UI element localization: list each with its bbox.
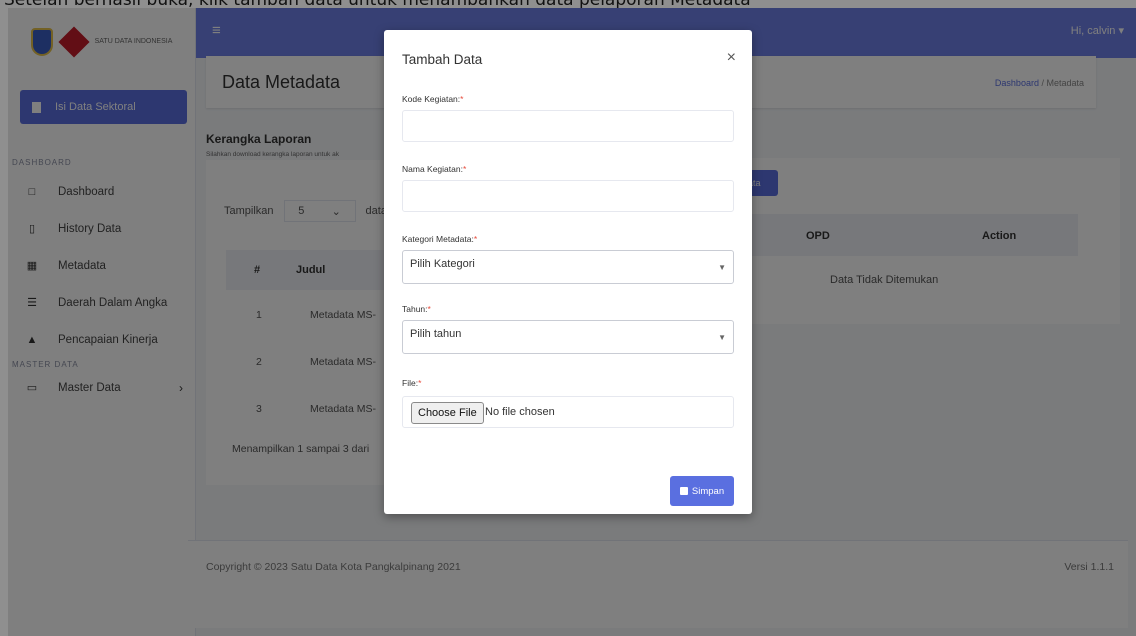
close-icon[interactable]: × (727, 49, 736, 67)
kategori-metadata-label: Kategori Metadata:* (402, 234, 477, 244)
tahun-label: Tahun:* (402, 304, 431, 314)
file-input: Choose File No file chosen (402, 396, 734, 428)
kategori-metadata-select[interactable]: Pilih Kategori ▼ (402, 250, 734, 284)
chevron-down-icon: ▼ (718, 333, 726, 342)
label-text: Kode Kegiatan: (402, 94, 461, 104)
required-mark: * (418, 378, 422, 388)
tahun-select[interactable]: Pilih tahun ▼ (402, 320, 734, 354)
label-text: Tahun: (402, 304, 428, 314)
label-text: File: (402, 378, 419, 388)
label-text: Kategori Metadata: (402, 234, 474, 244)
save-icon (679, 487, 688, 495)
label-text: Nama Kegiatan: (402, 164, 463, 174)
tahun-selected-value: Pilih tahun (410, 328, 462, 340)
kode-kegiatan-input[interactable] (402, 110, 734, 142)
tambah-data-modal: Tambah Data × Kode Kegiatan:* Nama Kegia… (384, 30, 752, 514)
file-label: File:* (402, 378, 421, 388)
simpan-label: Simpan (691, 485, 725, 497)
required-mark: * (427, 304, 431, 314)
modal-title: Tambah Data (402, 52, 483, 67)
tutorial-caption: Setelah berhasil buka, klik tambah data … (0, 0, 1136, 8)
required-mark: * (462, 164, 467, 174)
choose-file-button[interactable]: Choose File (411, 402, 484, 424)
required-mark: * (460, 94, 464, 104)
required-mark: * (473, 234, 478, 244)
chevron-down-icon: ▼ (718, 263, 726, 272)
kategori-selected-value: Pilih Kategori (410, 258, 475, 270)
file-status: No file chosen (485, 406, 555, 418)
kode-kegiatan-label: Kode Kegiatan:* (402, 94, 463, 104)
nama-kegiatan-input[interactable] (402, 180, 734, 212)
simpan-button[interactable]: Simpan (670, 476, 734, 506)
nama-kegiatan-label: Nama Kegiatan:* (402, 164, 466, 174)
